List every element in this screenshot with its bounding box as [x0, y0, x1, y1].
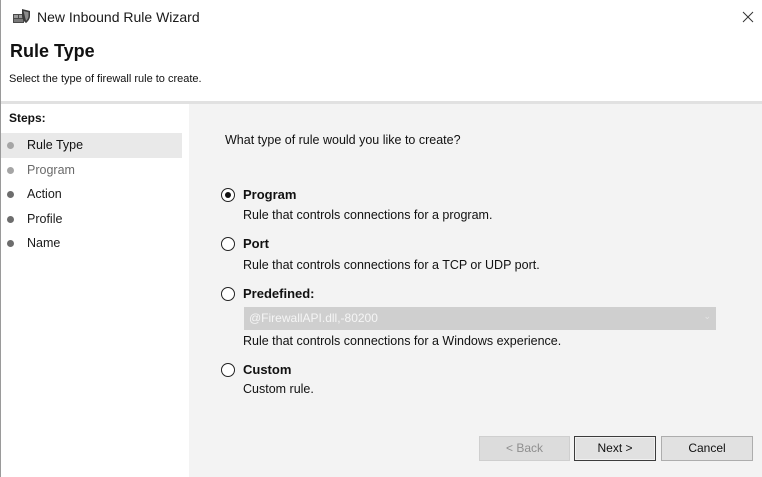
custom-description: Custom rule.: [243, 382, 314, 396]
predefined-label[interactable]: Predefined:: [243, 286, 315, 301]
chevron-down-icon: ⌄: [703, 311, 711, 321]
step-label: Rule Type: [27, 138, 84, 152]
step-bullet-icon: [7, 142, 14, 149]
port-description: Rule that controls connections for a TCP…: [243, 258, 540, 272]
port-label[interactable]: Port: [243, 236, 269, 251]
program-radio[interactable]: [221, 188, 235, 202]
program-description: Rule that controls connections for a pro…: [243, 208, 493, 222]
title-bar[interactable]: New Inbound Rule Wizard: [1, 0, 762, 34]
cancel-button[interactable]: Cancel: [661, 436, 753, 461]
step-bullet-icon: [7, 240, 14, 247]
step-bullet-icon: [7, 166, 14, 174]
window-title: New Inbound Rule Wizard: [37, 9, 200, 25]
new-inbound-rule-wizard-window: New Inbound Rule Wizard Rule Type Select…: [0, 0, 762, 477]
step-item-profile[interactable]: Profile: [1, 207, 182, 232]
close-button[interactable]: [733, 4, 762, 30]
firewall-shield-icon: [12, 7, 32, 25]
step-bullet-icon: [7, 215, 14, 223]
port-radio[interactable]: [221, 237, 235, 251]
steps-list: Rule Type Program Action Profile Name: [1, 133, 182, 256]
step-item-action[interactable]: Action: [1, 182, 182, 207]
predefined-radio[interactable]: [221, 287, 235, 301]
next-button[interactable]: Next >: [574, 436, 656, 461]
predefined-description: Rule that controls connections for a Win…: [243, 334, 562, 348]
back-button[interactable]: < Back: [479, 436, 570, 461]
step-label: Name: [27, 236, 61, 250]
step-label: Action: [27, 187, 62, 201]
page-title: Rule Type: [10, 41, 95, 61]
custom-radio[interactable]: [221, 363, 235, 377]
step-bullet-icon: [7, 191, 14, 198]
custom-label[interactable]: Custom: [243, 362, 291, 377]
program-label[interactable]: Program: [243, 187, 296, 202]
step-item-name[interactable]: Name: [1, 231, 182, 256]
predefined-dropdown-value: @FirewallAPI.dll,-80200: [249, 311, 378, 325]
steps-panel: Steps: Rule Type Program Action Profile …: [1, 104, 189, 477]
step-label: Program: [27, 162, 75, 177]
close-icon: [742, 11, 754, 23]
page-subtitle: Select the type of firewall rule to crea…: [9, 73, 202, 85]
steps-heading: Steps:: [9, 111, 46, 125]
rule-type-content-panel: What type of rule would you like to crea…: [189, 104, 762, 477]
rule-type-question: What type of rule would you like to crea…: [225, 133, 461, 147]
step-item-rule-type[interactable]: Rule Type: [1, 133, 182, 158]
predefined-rule-dropdown[interactable]: @FirewallAPI.dll,-80200 ⌄: [244, 307, 716, 330]
step-item-program[interactable]: Program: [1, 158, 182, 183]
step-label: Profile: [27, 211, 63, 226]
